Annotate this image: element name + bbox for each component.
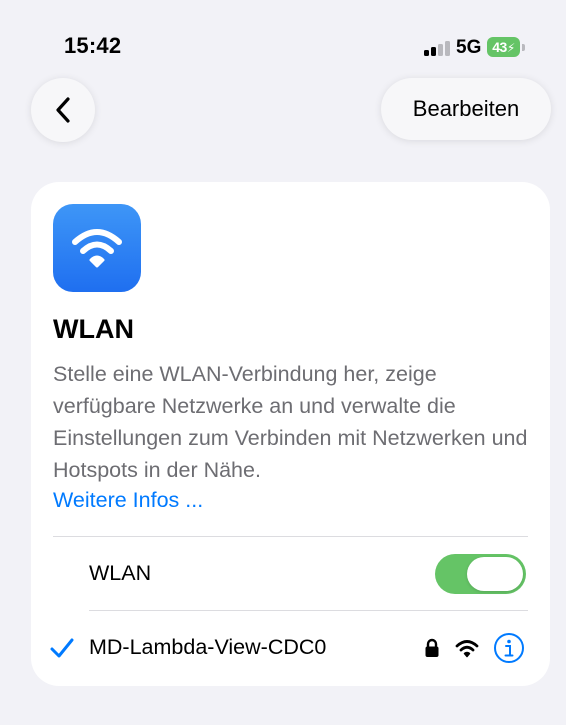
battery-icon: 43⚡: [487, 37, 525, 57]
wlan-toggle-row: WLAN: [31, 537, 550, 610]
lock-icon: [425, 638, 439, 657]
feature-description: Stelle eine WLAN-Verbindung her, zeige v…: [53, 362, 528, 482]
battery-level: 43⚡: [487, 37, 520, 57]
wifi-app-icon: [53, 204, 141, 292]
network-row[interactable]: MD-Lambda-View-CDC0: [31, 611, 550, 685]
edit-button[interactable]: Bearbeiten: [381, 78, 551, 140]
status-bar: 15:42 5G 43⚡: [0, 0, 566, 70]
network-name: MD-Lambda-View-CDC0: [89, 635, 327, 659]
wifi-icon: [72, 229, 122, 268]
toggle-knob: [467, 557, 523, 591]
battery-percentage: 43: [492, 39, 507, 55]
status-time: 15:42: [64, 33, 122, 58]
cellular-signal-icon: [424, 40, 450, 56]
page-title: WLAN: [53, 314, 134, 344]
checkmark-icon: [50, 638, 74, 658]
wlan-card: WLAN Stelle eine WLAN-Verbindung her, ze…: [31, 182, 550, 686]
wifi-icon: [455, 640, 479, 658]
network-type: 5G: [456, 37, 482, 58]
info-icon[interactable]: [493, 632, 525, 664]
chevron-left-icon: [56, 97, 70, 123]
back-button[interactable]: [31, 78, 95, 142]
learn-more-link[interactable]: Weitere Infos ...: [53, 484, 203, 516]
wlan-toggle-label: WLAN: [89, 561, 152, 585]
wlan-toggle[interactable]: [435, 554, 526, 594]
